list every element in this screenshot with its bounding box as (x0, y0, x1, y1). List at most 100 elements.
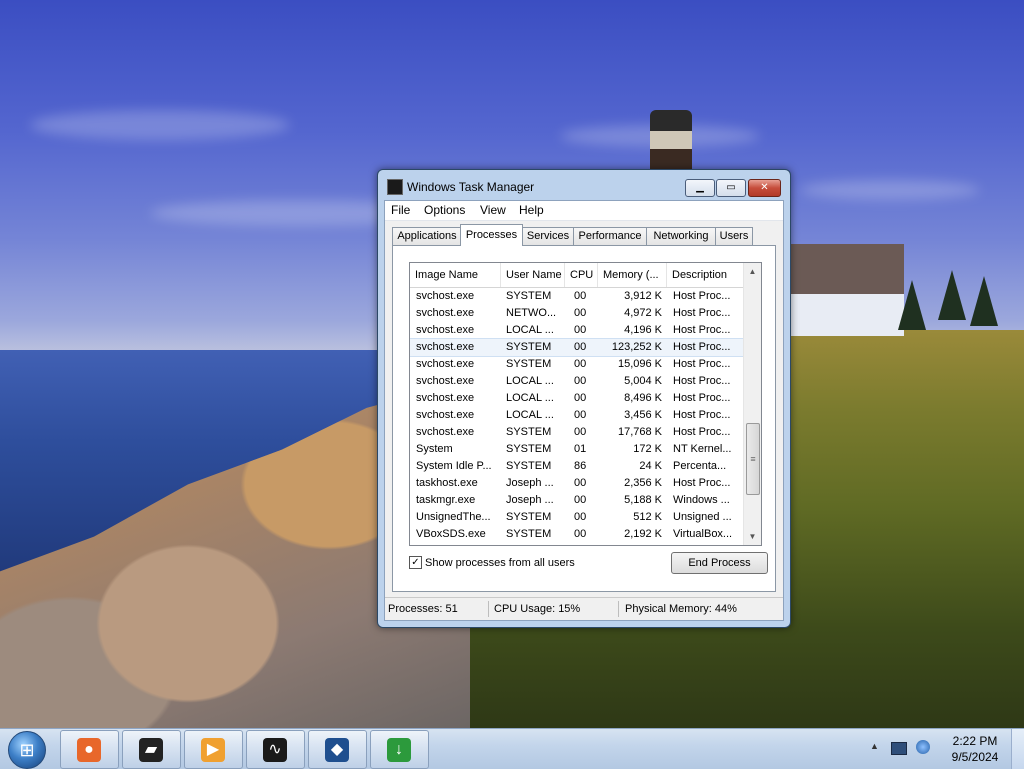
taskbar-button[interactable]: ◆ (308, 730, 367, 769)
network-globe-icon[interactable] (916, 740, 930, 754)
task-manager-title-icon (387, 179, 403, 195)
process-name: svchost.exe (416, 375, 475, 387)
show-hidden-icons-icon[interactable]: ▲ (870, 741, 879, 751)
process-description: Host Proc... (673, 375, 731, 387)
column-memory[interactable]: Memory (... (598, 263, 667, 287)
process-row[interactable]: svchost.exe SYSTEM 00 3,912 K Host Proc... (410, 288, 743, 305)
process-memory: 3,456 K (624, 409, 662, 421)
process-user: SYSTEM (506, 528, 552, 540)
process-name: taskmgr.exe (416, 494, 476, 506)
process-row[interactable]: svchost.exe SYSTEM 00 15,096 K Host Proc... (410, 356, 743, 373)
process-user: LOCAL ... (506, 324, 554, 336)
column-cpu[interactable]: CPU (565, 263, 598, 287)
tab-services[interactable]: Services (522, 227, 574, 245)
process-name: UnsignedThe... (416, 511, 491, 523)
process-row[interactable]: svchost.exe LOCAL ... 00 5,004 K Host Proc..… (410, 373, 743, 390)
taskbar-button[interactable]: ▰ (122, 730, 181, 769)
process-row[interactable]: svchost.exe LOCAL ... 00 4,196 K Host Proc..… (410, 322, 743, 339)
process-memory: 2,192 K (624, 528, 662, 540)
start-button[interactable]: ⊞ (8, 731, 46, 769)
menu-options[interactable]: Options (424, 203, 465, 217)
process-description: Host Proc... (673, 341, 731, 353)
column-user-name[interactable]: User Name (501, 263, 565, 287)
process-user: NETWO... (506, 307, 557, 319)
tab-applications[interactable]: Applications (392, 227, 462, 245)
column-image-name[interactable]: Image Name (410, 263, 501, 287)
process-row[interactable]: taskmgr.exe Joseph ... 00 5,188 K Windows ..… (410, 492, 743, 509)
process-name: svchost.exe (416, 307, 475, 319)
minimize-button[interactable]: ▁ (685, 179, 715, 197)
process-memory: 24 K (639, 460, 662, 472)
menu-help[interactable]: Help (519, 203, 544, 217)
show-desktop-button[interactable] (1011, 729, 1024, 769)
window-client-area: File Options View Help Applications Proc… (384, 200, 784, 621)
process-cpu: 00 (574, 392, 587, 404)
taskbar-button[interactable]: ▶ (184, 730, 243, 769)
tab-strip: Applications Processes Services Performa… (385, 224, 783, 247)
process-description: Host Proc... (673, 307, 731, 319)
process-list[interactable]: Image Name User Name CPU Memory (... Des… (409, 262, 762, 546)
process-row[interactable]: svchost.exe SYSTEM 00 123,252 K Host Proc... (410, 338, 744, 357)
column-description[interactable]: Description (667, 263, 743, 287)
media-player-icon: ▶ (201, 738, 225, 762)
process-row[interactable]: svchost.exe LOCAL ... 00 8,496 K Host Proc..… (410, 390, 743, 407)
show-all-label: Show processes from all users (425, 557, 575, 569)
process-user: SYSTEM (506, 358, 552, 370)
process-row[interactable]: taskhost.exe Joseph ... 00 2,356 K Host Proc… (410, 475, 743, 492)
process-rows: svchost.exe SYSTEM 00 3,912 K Host Proc... sv… (410, 288, 744, 543)
show-all-checkbox[interactable]: ✓ (409, 556, 422, 569)
close-button[interactable]: ✕ (748, 179, 781, 197)
process-row[interactable]: VBoxSDS.exe SYSTEM 00 2,192 K VirtualBox... (410, 526, 743, 543)
end-process-button[interactable]: End Process (671, 552, 768, 574)
title-bar[interactable]: Windows Task Manager ▁ ▭ ✕ (378, 170, 790, 200)
menu-file[interactable]: File (391, 203, 410, 217)
process-row[interactable]: svchost.exe SYSTEM 00 17,768 K Host Proc... (410, 424, 743, 441)
tab-networking[interactable]: Networking (646, 227, 716, 245)
process-row[interactable]: UnsignedThe... SYSTEM 00 512 K Unsigned ... (410, 509, 743, 526)
network-monitor-icon[interactable] (891, 742, 907, 755)
process-description: Host Proc... (673, 290, 731, 302)
process-description: Percenta... (673, 460, 727, 472)
scroll-down-icon[interactable]: ▼ (744, 528, 761, 545)
process-user: SYSTEM (506, 511, 552, 523)
process-row[interactable]: System Idle P... SYSTEM 86 24 K Percenta... (410, 458, 743, 475)
process-description: Unsigned ... (673, 511, 732, 523)
menu-view[interactable]: View (480, 203, 506, 217)
process-cpu: 00 (574, 324, 587, 336)
tab-users[interactable]: Users (715, 227, 753, 245)
process-description: Host Proc... (673, 409, 731, 421)
processes-panel: Image Name User Name CPU Memory (... Des… (392, 245, 776, 592)
process-user: SYSTEM (506, 341, 552, 353)
process-row[interactable]: System SYSTEM 01 172 K NT Kernel... (410, 441, 743, 458)
process-description: Host Proc... (673, 392, 731, 404)
process-user: SYSTEM (506, 443, 552, 455)
clock-time: 2:22 PM (952, 734, 998, 748)
virtualbox-icon: ◆ (325, 738, 349, 762)
process-row[interactable]: svchost.exe NETWO... 00 4,972 K Host Proc... (410, 305, 743, 322)
scroll-thumb[interactable]: ≡ (746, 423, 760, 495)
process-name: VBoxSDS.exe (416, 528, 486, 540)
tab-performance[interactable]: Performance (573, 227, 647, 245)
process-row[interactable]: svchost.exe LOCAL ... 00 3,456 K Host Proc..… (410, 407, 743, 424)
process-memory: 3,912 K (624, 290, 662, 302)
taskbar-button[interactable]: ↓ (370, 730, 429, 769)
taskbar-button[interactable]: ● (60, 730, 119, 769)
process-description: NT Kernel... (673, 443, 732, 455)
process-description: Host Proc... (673, 324, 731, 336)
vertical-scrollbar[interactable]: ▲ ≡ ▼ (743, 263, 761, 545)
status-separator (488, 601, 489, 617)
process-memory: 5,004 K (624, 375, 662, 387)
maximize-button[interactable]: ▭ (716, 179, 746, 197)
scroll-up-icon[interactable]: ▲ (744, 263, 761, 280)
process-name: svchost.exe (416, 392, 475, 404)
status-physical-memory: Physical Memory: 44% (625, 603, 737, 615)
process-user: SYSTEM (506, 426, 552, 438)
process-cpu: 00 (574, 511, 587, 523)
task-manager-icon: ∿ (263, 738, 287, 762)
tab-processes[interactable]: Processes (460, 224, 523, 246)
status-cpu-usage: CPU Usage: 15% (494, 603, 581, 615)
process-user: LOCAL ... (506, 375, 554, 387)
process-description: Windows ... (673, 494, 730, 506)
taskbar-button[interactable]: ∿ (246, 730, 305, 769)
system-clock[interactable]: 2:22 PM 9/5/2024 (942, 733, 1008, 765)
